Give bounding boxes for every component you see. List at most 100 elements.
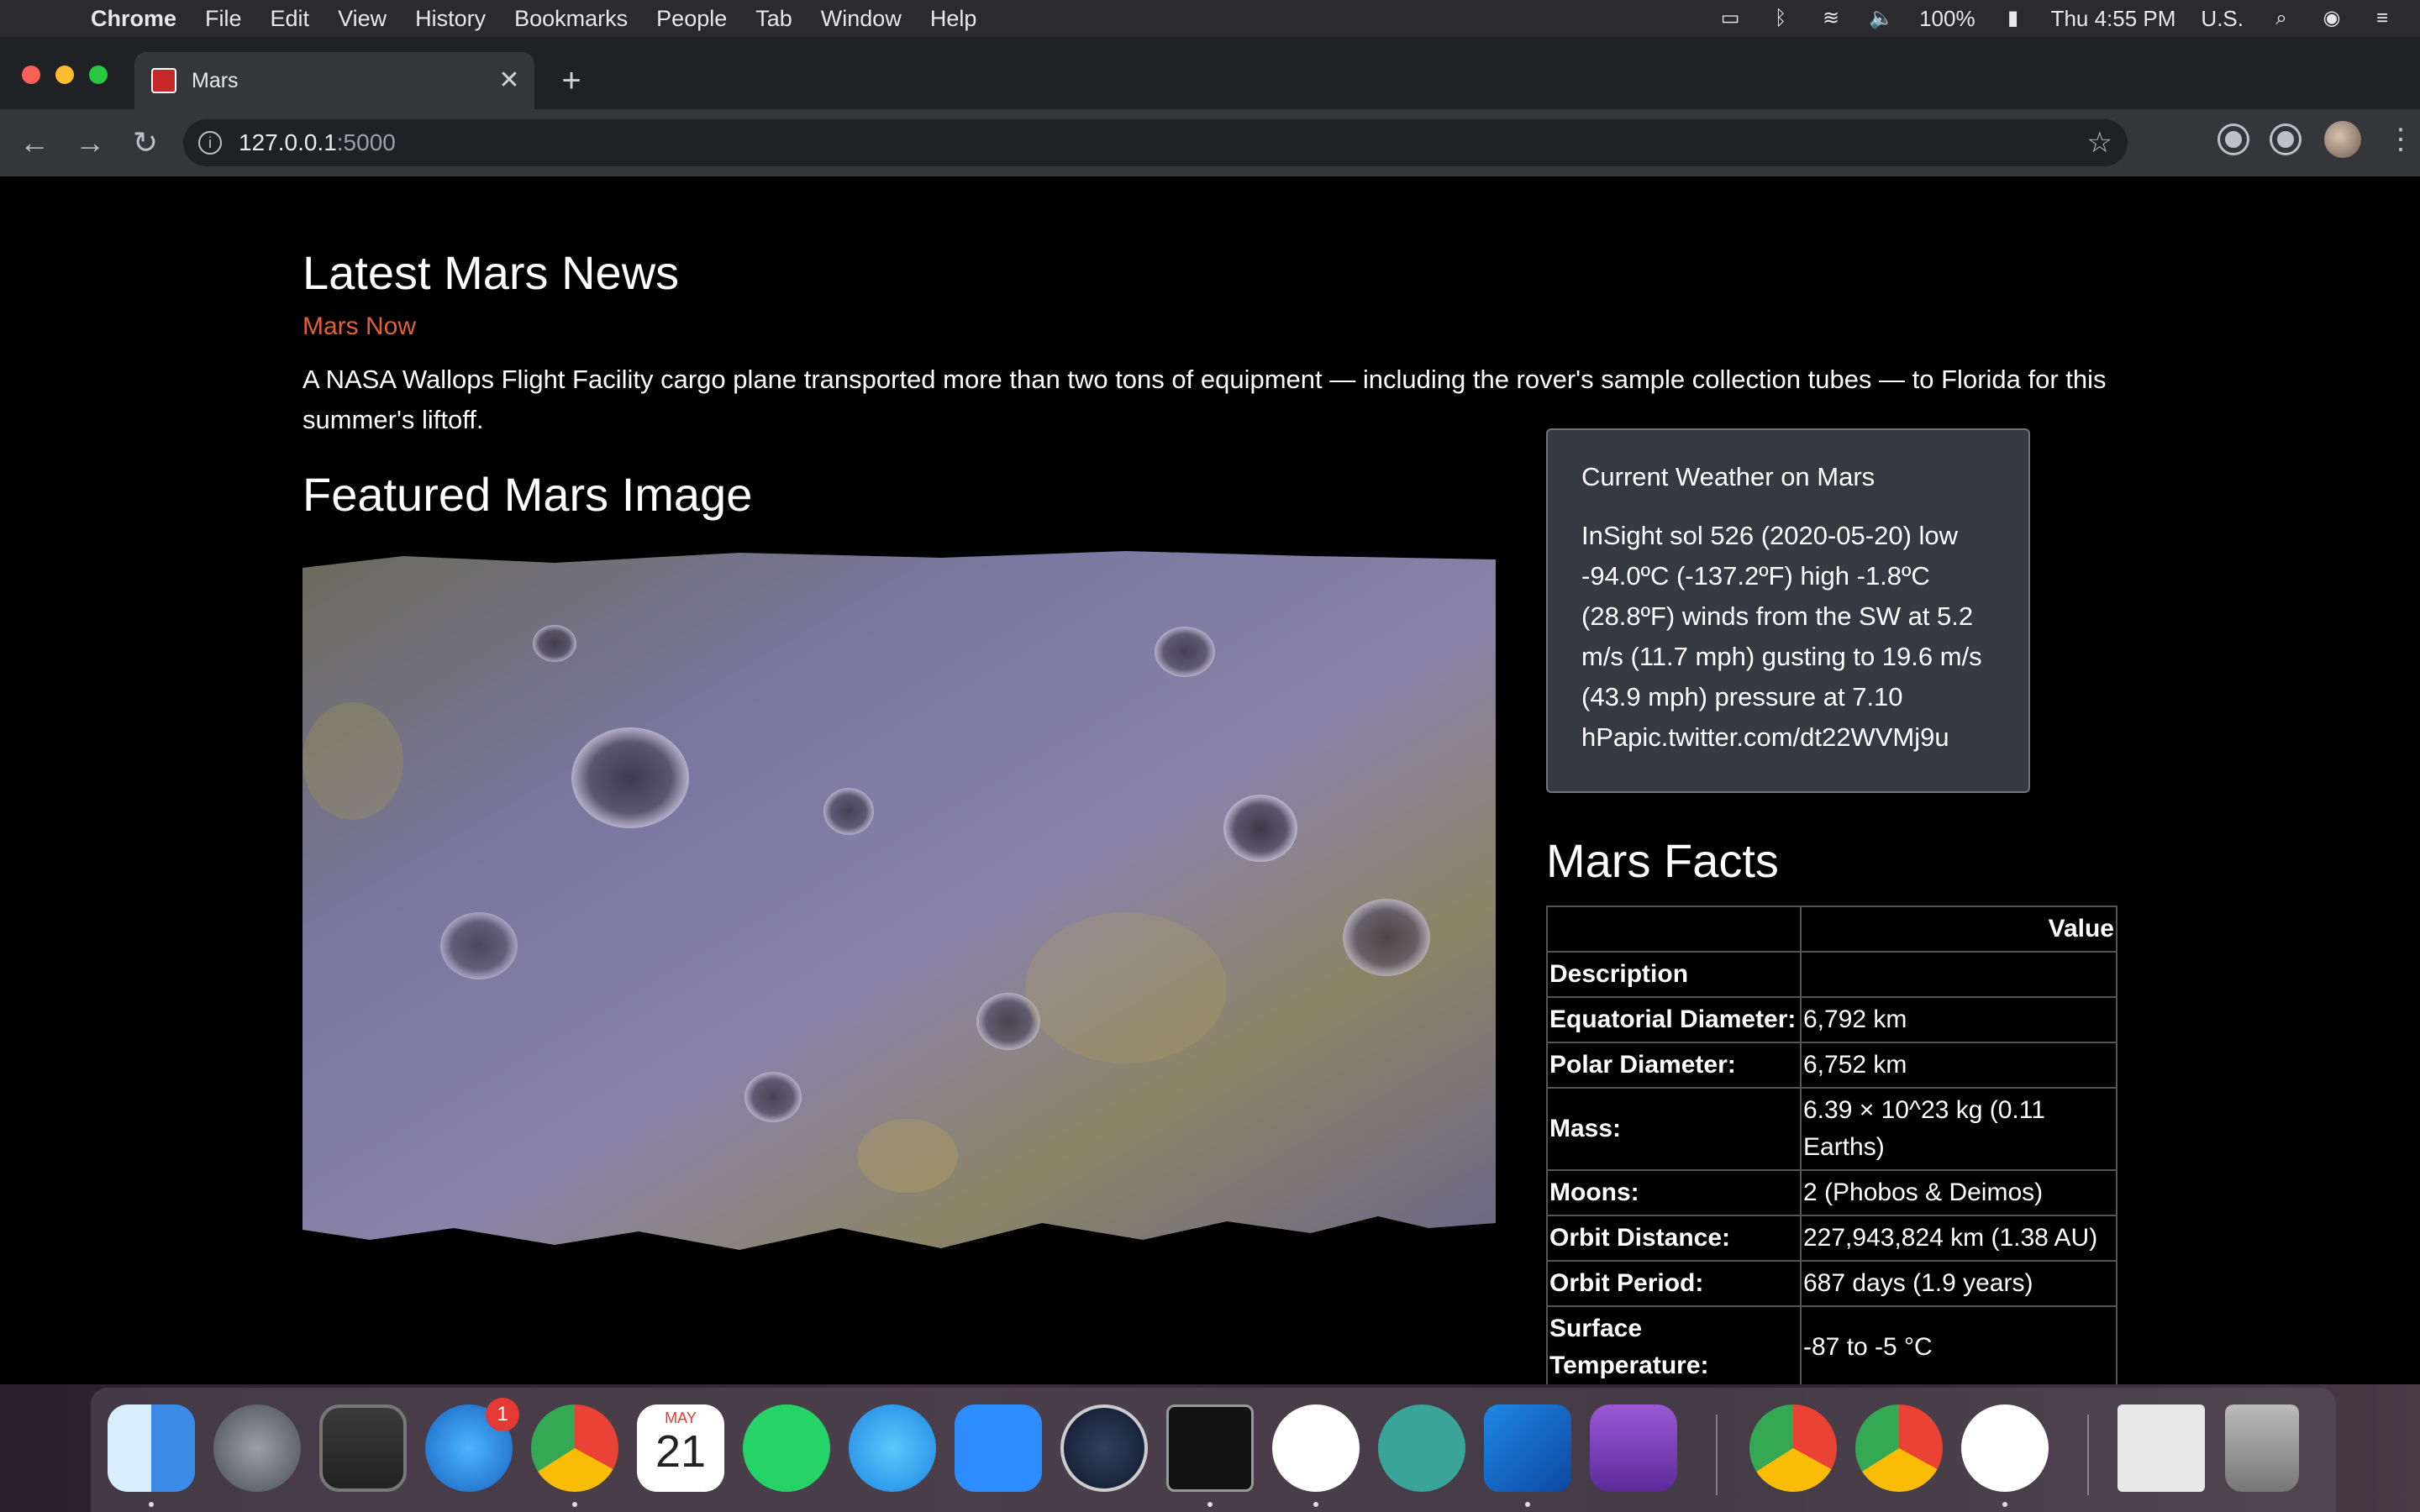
fact-value: 687 days (1.9 years) [1800,1260,2118,1307]
running-indicator [572,1502,577,1507]
table-row: Polar Diameter: 6,752 km [1546,1042,2118,1089]
terminal-icon[interactable] [1166,1404,1254,1492]
news-heading: Latest Mars News [302,246,680,299]
menu-window[interactable]: Window [821,6,902,32]
extension-icon[interactable] [2220,126,2247,153]
bookmark-star-icon[interactable]: ☆ [2087,126,2112,160]
back-button[interactable]: ← [13,122,55,164]
browser-tab[interactable]: Mars ✕ [134,52,534,109]
menubar-clock[interactable]: Thu 4:55 PM [2051,6,2176,32]
mongodb-compass-icon[interactable] [1272,1404,1360,1492]
menu-help[interactable]: Help [930,6,977,32]
fact-value: 6,752 km [1800,1042,2118,1089]
zoom-icon[interactable] [955,1404,1042,1492]
anaconda-navigator-icon[interactable] [1590,1404,1677,1492]
tab-title: Mars [192,68,239,92]
table-row: Equatorial Diameter: 6,792 km [1546,996,2118,1043]
chrome-window: Mars ✕ + ← → ↻ i 127.0.0.1:5000 ☆ ⋮ Late… [0,37,2420,1384]
siri-icon[interactable]: ◉ [2319,8,2344,29]
table-row: Orbit Distance: 227,943,824 km (1.38 AU) [1546,1215,2118,1262]
downloads-stack-icon[interactable] [2118,1404,2205,1492]
battery-icon[interactable]: ▮ [2001,8,2026,29]
url-host: 127.0.0.1 [239,129,337,155]
address-url[interactable]: 127.0.0.1:5000 [239,129,396,156]
slack-icon[interactable] [1961,1404,2049,1492]
table-row: Moons: 2 (Phobos & Deimos) [1546,1169,2118,1216]
wifi-icon[interactable]: ≋ [1818,8,1844,29]
app-store-badge: 1 [486,1398,519,1431]
chrome-icon[interactable] [531,1404,618,1492]
new-tab-button[interactable]: + [551,60,592,101]
menu-bookmarks[interactable]: Bookmarks [514,6,628,32]
chrome-app-icon-2[interactable] [1855,1404,1943,1492]
bluetooth-icon[interactable]: ᛒ [1768,8,1793,29]
profile-avatar[interactable] [2324,121,2361,158]
menu-people[interactable]: People [656,6,727,32]
menu-history[interactable]: History [415,6,486,32]
fact-label: Mass: [1546,1087,1802,1171]
fact-label: Moons: [1546,1169,1802,1216]
table-row: Orbit Period: 687 days (1.9 years) [1546,1260,2118,1307]
site-info-icon[interactable]: i [198,131,222,155]
weather-card: Current Weather on Mars InSight sol 526 … [1546,428,2030,793]
running-indicator [1525,1502,1530,1507]
fact-label: Description [1546,951,1802,998]
activity-monitor-icon[interactable] [319,1404,407,1492]
battery-percent: 100% [1919,5,1975,31]
fact-label: Orbit Period: [1546,1260,1802,1307]
table-header-row: Value [1546,906,2118,953]
twitterrific-icon[interactable] [1378,1404,1465,1492]
spotlight-icon[interactable]: ⌕ [2269,8,2294,29]
fact-label: Orbit Distance: [1546,1215,1802,1262]
airplay-icon[interactable]: ▭ [1718,8,1743,29]
menu-app-name[interactable]: Chrome [91,6,176,32]
cyberduck-icon[interactable] [1060,1404,1148,1492]
chrome-menu-icon[interactable]: ⋮ [2386,123,2415,156]
notification-center-icon[interactable]: ≡ [2370,8,2395,29]
trash-icon[interactable] [2225,1404,2299,1492]
zoom-window-button[interactable] [89,66,108,84]
running-indicator [1207,1502,1213,1507]
menu-edit[interactable]: Edit [271,6,310,32]
facts-heading: Mars Facts [1546,834,1779,887]
calendar-day: 21 [655,1426,707,1477]
tab-close-icon[interactable]: ✕ [492,64,526,97]
launchpad-icon[interactable] [213,1404,301,1492]
menu-view[interactable]: View [338,6,387,32]
featured-mars-image [302,551,1496,1250]
featured-heading: Featured Mars Image [302,468,753,521]
menu-tab[interactable]: Tab [755,6,792,32]
url-port: :5000 [336,129,396,155]
reload-button[interactable]: ↻ [124,122,166,164]
dock-separator [2087,1415,2089,1495]
address-bar[interactable]: i 127.0.0.1:5000 ☆ [183,119,2128,166]
finder-icon[interactable] [108,1404,195,1492]
running-indicator [1313,1502,1318,1507]
weather-text: InSight sol 526 (2020-05-20) low -94.0ºC… [1581,521,1982,752]
mars-facts-table: Value Description Equatorial Diameter: 6,… [1546,906,2118,1384]
tab-favicon-icon [151,68,176,93]
calendar-icon[interactable]: MAY 21 [637,1404,724,1492]
macos-dock: 1 MAY 21 [91,1388,2336,1512]
calendar-month: MAY [665,1410,697,1426]
page-content: Latest Mars News Mars Now A NASA Wallops… [0,176,2420,1384]
browser-toolbar: ← → ↻ i 127.0.0.1:5000 ☆ ⋮ [0,109,2420,176]
table-row: Surface Temperature: -87 to -5 °C [1546,1305,2118,1384]
running-indicator [149,1502,154,1507]
forward-button[interactable]: → [69,122,111,164]
table-row: Mass: 6.39 × 10^23 kg (0.11 Earths) [1546,1087,2118,1171]
extension-icon-2[interactable] [2272,126,2299,153]
menu-file[interactable]: File [205,6,242,32]
running-indicator [2002,1502,2007,1507]
volume-icon[interactable]: 🔈 [1869,8,1894,29]
input-source[interactable]: U.S. [2201,6,2244,32]
chrome-app-icon[interactable] [1749,1404,1837,1492]
whatsapp-icon[interactable] [743,1404,830,1492]
dock-separator [1716,1415,1718,1495]
vscode-icon[interactable] [1484,1404,1571,1492]
fact-label: Polar Diameter: [1546,1042,1802,1089]
close-window-button[interactable] [22,66,40,84]
fact-value: 6,792 km [1800,996,2118,1043]
minimize-window-button[interactable] [55,66,74,84]
messages-icon[interactable] [849,1404,936,1492]
